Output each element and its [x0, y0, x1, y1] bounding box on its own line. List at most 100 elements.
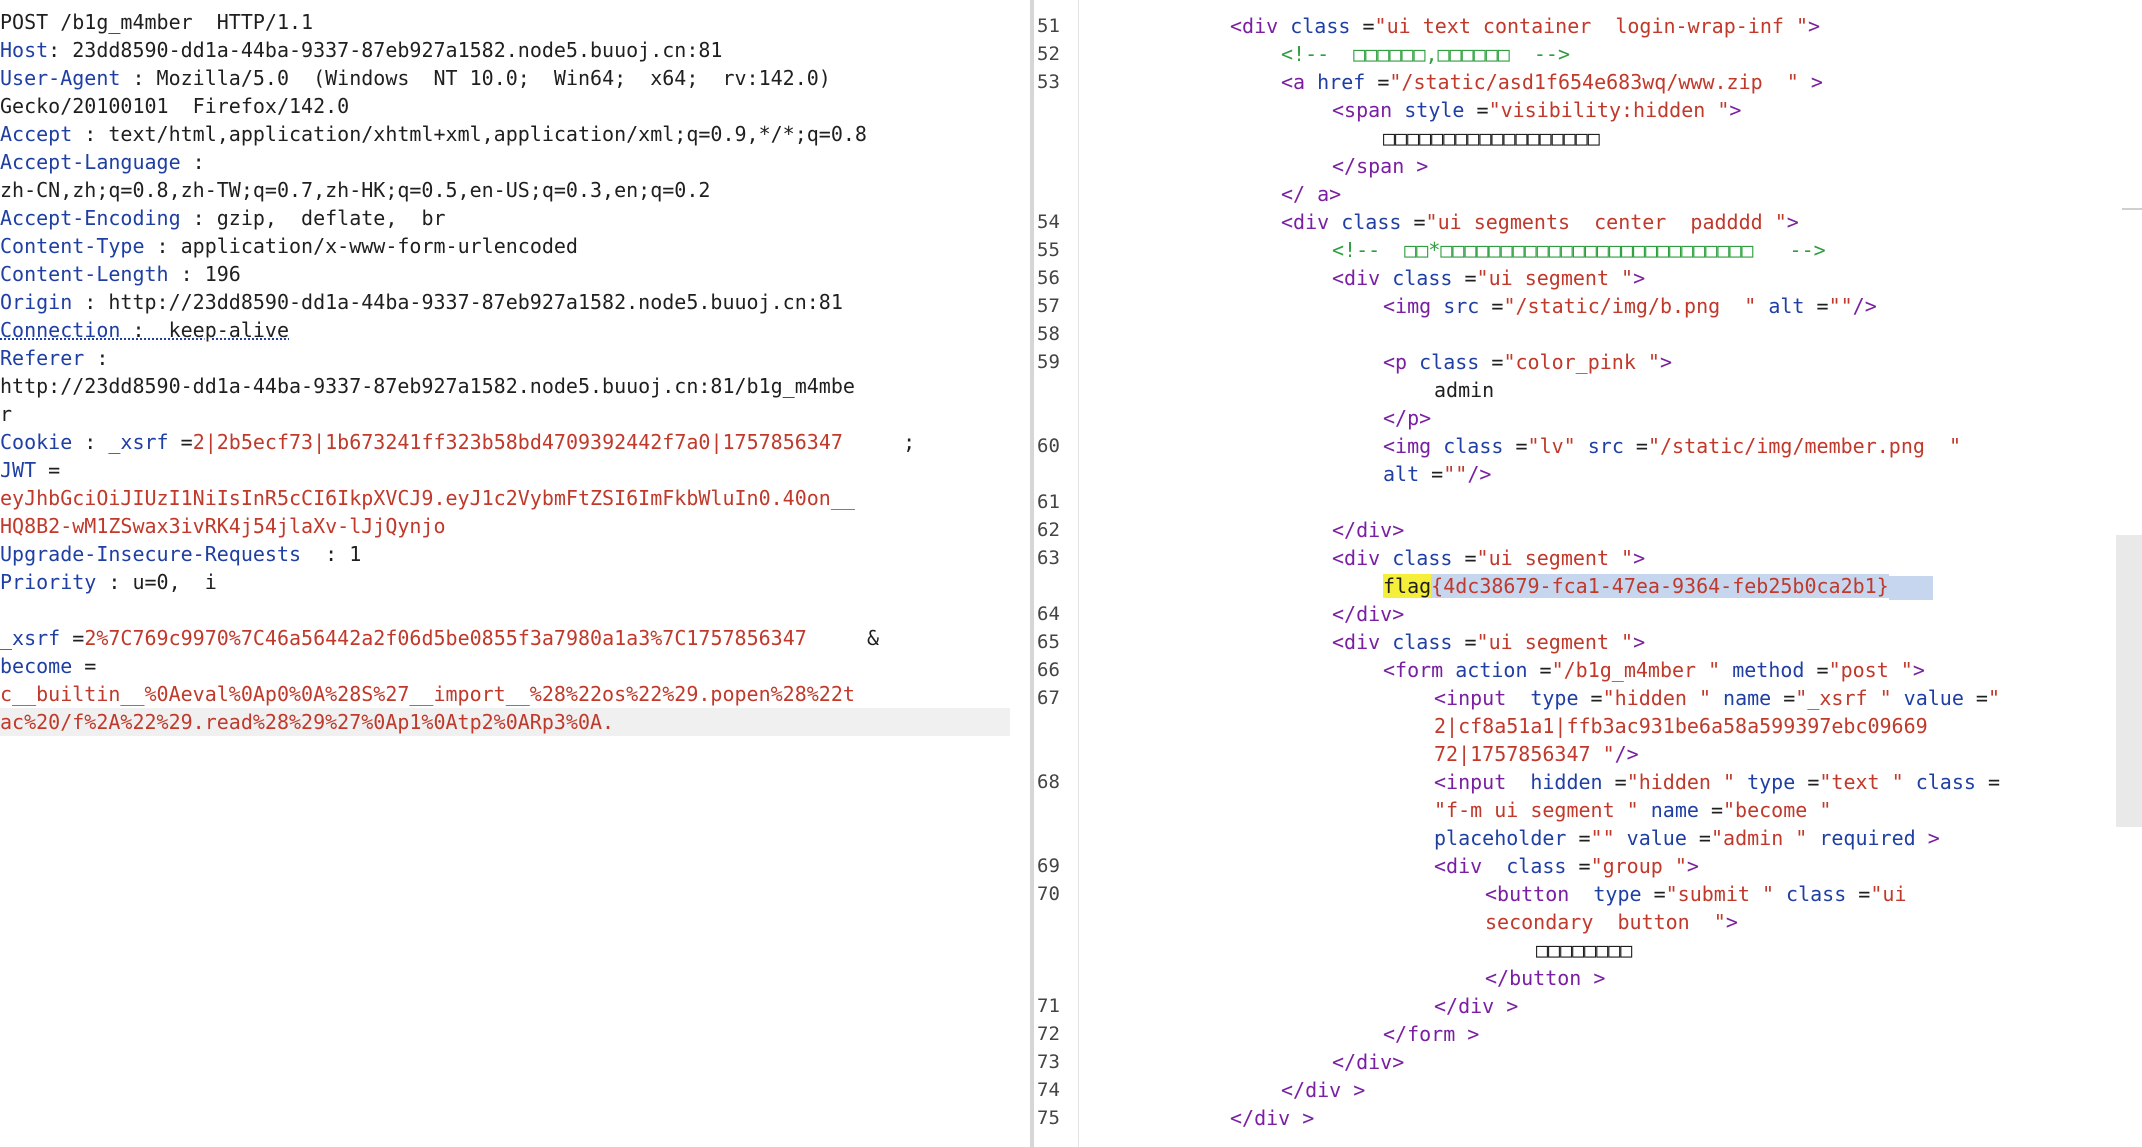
code-token: "color_pink " — [1503, 350, 1660, 374]
code-text: </ a> — [1281, 180, 1341, 208]
code-token: <div — [1332, 630, 1393, 654]
response-line: 72 </form > — [1034, 1020, 2094, 1048]
response-line: 59 <p class ="color_pink "> — [1034, 348, 2094, 376]
request-token: = — [36, 458, 61, 482]
code-token: "group " — [1590, 854, 1687, 878]
request-line: zh-CN,zh;q=0.8,zh-TW;q=0.7,zh-HK;q=0.5,e… — [0, 176, 1010, 204]
request-token: Content-Type — [0, 234, 145, 258]
request-line: eyJhbGciOiJIUzI1NiIsInR5cCI6IkpXVCJ9.eyJ… — [0, 484, 1010, 512]
code-token: = — [1452, 266, 1477, 290]
code-token: class — [1290, 14, 1351, 38]
request-token: Upgrade-Insecure-Requests — [0, 542, 302, 566]
response-line: 73 </div> — [1034, 1048, 2094, 1076]
code-text: <div class ="ui segment "> — [1332, 264, 1645, 292]
request-token: 2|2b5ecf73|1b673241ff323b58bd4709392442f… — [192, 430, 843, 454]
request-line: User-Agent : Mozilla/5.0 (Windows NT 10.… — [0, 64, 1010, 92]
code-token: = — [1698, 798, 1724, 822]
request-token: : gzip, deflate, br — [180, 206, 446, 230]
line-number: 61 — [1037, 491, 1060, 513]
code-token: > — [1404, 154, 1429, 178]
code-token: class — [1392, 546, 1453, 570]
response-line: 70 <button type ="submit " class ="ui — [1034, 880, 2094, 908]
response-panel[interactable]: 51 <div class ="ui text container login-w… — [1034, 0, 2142, 1147]
code-token: class — [1419, 350, 1480, 374]
request-token: : — [72, 430, 109, 454]
code-token: </ — [1332, 154, 1357, 178]
request-token: _xsrf — [0, 626, 61, 650]
line-number: 69 — [1037, 855, 1060, 877]
request-token: eyJhbGciOiJIUzI1NiIsInR5cCI6IkpXVCJ9.eyJ… — [0, 486, 855, 510]
code-token: > — [1633, 266, 1646, 290]
scrollbar-thumb[interactable] — [2116, 535, 2142, 827]
request-editor[interactable]: POST /b1g_m4mber HTTP/1.1 Host: 23dd8590-… — [0, 8, 1010, 736]
code-token: "text " — [1819, 770, 1904, 794]
line-number: 53 — [1037, 71, 1060, 93]
code-token: </p> — [1383, 406, 1432, 430]
request-line: Content-Type : application/x-www-form-ur… — [0, 232, 1010, 260]
code-token: "ui segments center padddd " — [1425, 210, 1787, 234]
response-line: 68 <input hidden ="hidden " type ="text "… — [1034, 768, 2094, 796]
code-text: <a href ="/static/asd1f654e683wq/www.zip… — [1281, 68, 1823, 96]
line-number: 57 — [1037, 295, 1060, 317]
request-token: = — [60, 626, 85, 650]
code-token: <div — [1281, 210, 1342, 234]
code-text: 72|1757856347 "/> — [1434, 740, 1639, 768]
code-text: </div> — [1332, 1048, 1404, 1076]
code-token: </ a> — [1281, 182, 1342, 206]
response-editor[interactable]: 51 <div class ="ui text container login-w… — [1034, 12, 2094, 1132]
response-line: <span style ="visibility:hidden "> — [1034, 96, 2094, 124]
code-token: class — [1903, 770, 1976, 794]
code-token: alt — [1383, 462, 1420, 486]
request-token: : keep-alive — [120, 318, 289, 342]
selection-tail — [1888, 575, 1933, 600]
response-line: 75 </div > — [1034, 1104, 2094, 1132]
code-token: > — [1633, 546, 1646, 570]
request-token: Accept-Language — [0, 150, 181, 174]
line-number: 66 — [1037, 659, 1060, 681]
code-token: > — [1581, 966, 1606, 990]
code-token: "" — [1828, 294, 1853, 318]
code-text: <img class ="lv" src ="/static/img/membe… — [1383, 432, 1961, 460]
flag-keyword: flag — [1383, 574, 1432, 598]
code-token: </ — [1383, 1022, 1408, 1046]
code-text: alt =""/> — [1383, 460, 1491, 488]
code-token: = — [1975, 770, 2001, 794]
request-token: : — [84, 346, 109, 370]
code-token: = — [1578, 686, 1603, 710]
code-token: > — [1290, 1106, 1315, 1130]
code-text: </button > — [1485, 964, 1605, 992]
response-line: 51 <div class ="ui text container login-w… — [1034, 12, 2094, 40]
code-token: > — [1659, 350, 1673, 374]
code-token: hidden — [1518, 770, 1603, 794]
response-line: </p> — [1034, 404, 2094, 432]
line-number: 62 — [1037, 519, 1060, 541]
code-token: = — [1479, 294, 1504, 318]
code-token: □□□□□□□□□□□□□□□□□□ — [1383, 126, 1600, 150]
code-token: <form — [1383, 658, 1456, 682]
request-token: & — [806, 626, 880, 650]
code-token: = — [1623, 434, 1648, 458]
request-line: Origin : http://23dd8590-dd1a-44ba-9337-… — [0, 288, 1010, 316]
code-token: /> — [1467, 462, 1492, 486]
line-number: 59 — [1037, 351, 1060, 373]
request-panel[interactable]: POST /b1g_m4mber HTTP/1.1 Host: 23dd8590-… — [0, 0, 1030, 1147]
response-line: 66 <form action ="/b1g_m4mber " method ="… — [1034, 656, 2094, 684]
response-line: 65 <div class ="ui segment "> — [1034, 628, 2094, 656]
code-token: name — [1638, 798, 1699, 822]
line-number: 75 — [1037, 1107, 1060, 1129]
code-token: "become " — [1723, 798, 1832, 822]
code-text: <img src ="/static/img/b.png " alt =""/> — [1383, 292, 1877, 320]
code-token: </ — [1485, 966, 1510, 990]
code-token: = — [1804, 294, 1829, 318]
line-number: 64 — [1037, 603, 1060, 625]
response-line: 64 </div> — [1034, 600, 2094, 628]
code-token: <!-- □□*□□□□□□□□□□□□□□□□□□□□□□□□□□ --> — [1332, 238, 1826, 262]
response-scrollbar[interactable] — [2116, 0, 2142, 1147]
code-token: "/static/asd1f654e683wq/www.zip " — [1389, 70, 1799, 94]
response-line: </span > — [1034, 152, 2094, 180]
line-number: 65 — [1037, 631, 1060, 653]
response-line: □□□□□□□□□□□□□□□□□□ — [1034, 124, 2094, 152]
request-token: : 196 — [168, 262, 241, 286]
code-text: <div class ="ui segment "> — [1332, 544, 1645, 572]
line-number: 63 — [1037, 547, 1060, 569]
